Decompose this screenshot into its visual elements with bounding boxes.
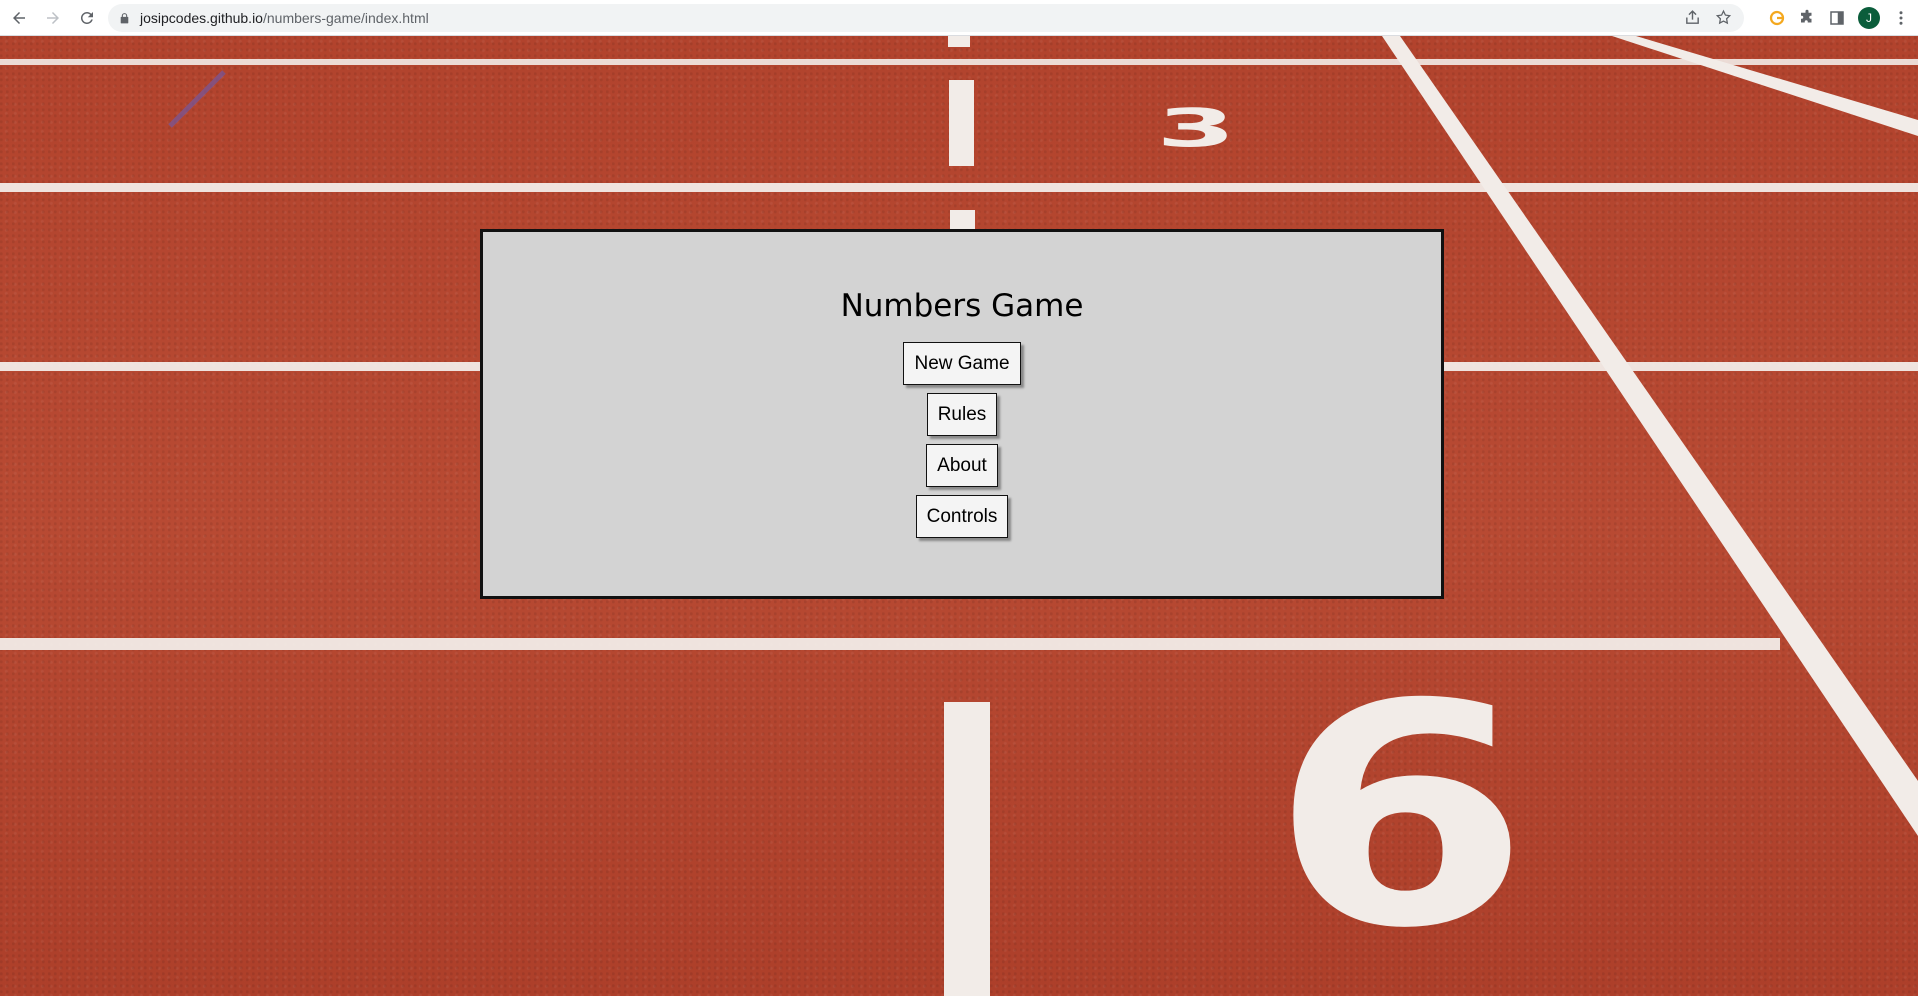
game-title: Numbers Game bbox=[840, 288, 1084, 324]
reload-button[interactable] bbox=[72, 3, 102, 33]
puzzle-icon[interactable] bbox=[1798, 9, 1816, 27]
side-panel-icon[interactable] bbox=[1828, 9, 1846, 27]
star-icon[interactable] bbox=[1715, 9, 1732, 26]
reload-icon bbox=[80, 11, 93, 24]
game-menu-panel: Numbers Game New Game Rules About Contro… bbox=[480, 229, 1444, 599]
url-domain: josipcodes.github.io bbox=[140, 10, 263, 26]
rules-button[interactable]: Rules bbox=[926, 393, 998, 436]
arrow-right-icon bbox=[47, 11, 59, 24]
browser-toolbar: josipcodes.github.io/numbers-game/index.… bbox=[0, 0, 1918, 36]
url-path: /numbers-game/index.html bbox=[262, 10, 429, 26]
page-background: 3 6 Numbers Game New Game Rules About Co… bbox=[0, 36, 1918, 996]
about-button[interactable]: About bbox=[926, 444, 998, 487]
controls-button[interactable]: Controls bbox=[915, 495, 1009, 538]
share-icon[interactable] bbox=[1684, 9, 1701, 26]
address-bar[interactable]: josipcodes.github.io/numbers-game/index.… bbox=[108, 4, 1744, 32]
kebab-menu-icon[interactable] bbox=[1892, 9, 1910, 27]
new-game-button[interactable]: New Game bbox=[903, 342, 1021, 385]
extension-g-icon[interactable] bbox=[1768, 9, 1786, 27]
arrow-left-icon bbox=[13, 11, 25, 24]
lane-number-6: 6 bbox=[1270, 639, 1530, 995]
back-button[interactable] bbox=[4, 3, 34, 33]
profile-avatar[interactable]: J bbox=[1858, 7, 1880, 29]
lock-icon bbox=[118, 11, 132, 25]
lane-number-3: 3 bbox=[1156, 98, 1236, 160]
forward-button[interactable] bbox=[38, 3, 68, 33]
